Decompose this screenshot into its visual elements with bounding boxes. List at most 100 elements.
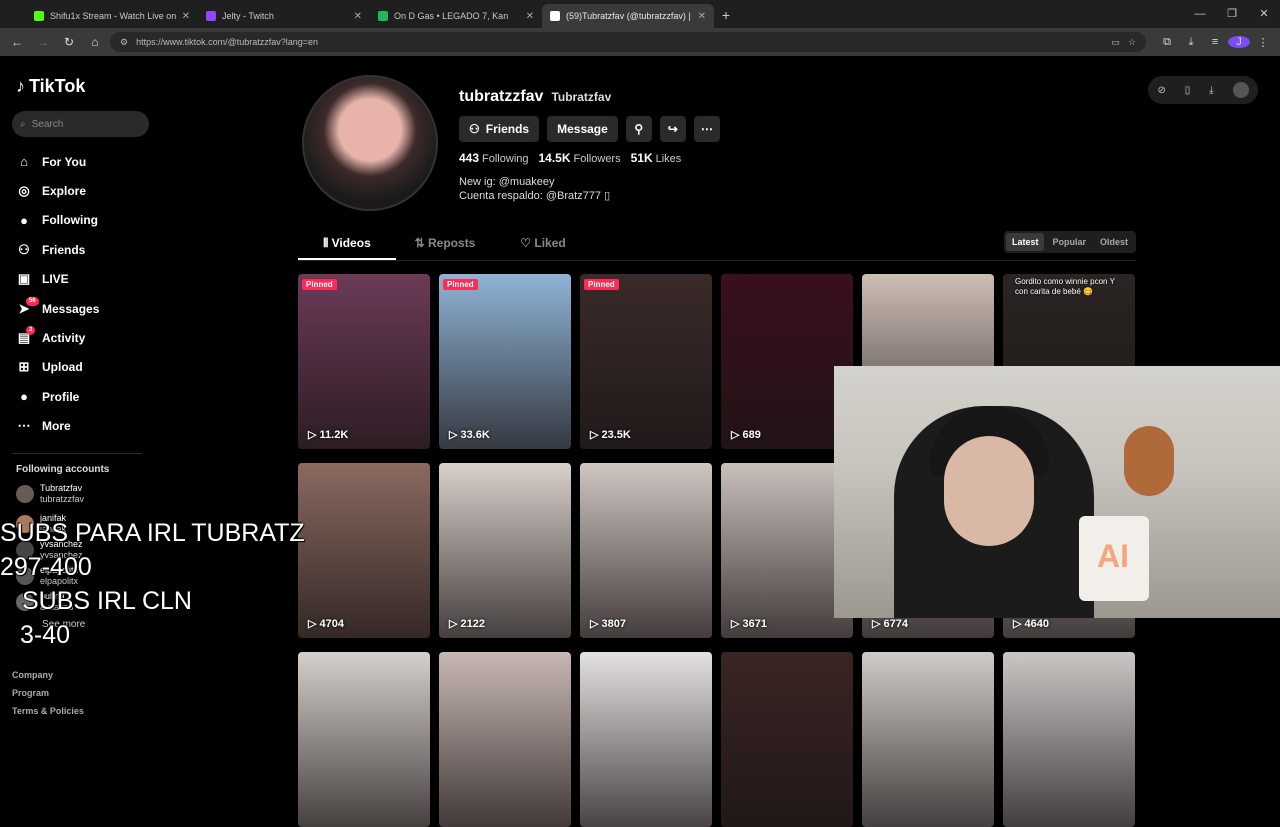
sidebar-item-label: More xyxy=(42,419,71,433)
pinned-badge: Pinned xyxy=(443,279,478,290)
site-info-icon[interactable]: ⚙ xyxy=(120,37,128,48)
following-accounts-title: Following accounts xyxy=(16,464,148,475)
download-app-icon[interactable]: ⤓ xyxy=(1209,85,1213,96)
view-count-text: 3671 xyxy=(743,618,767,630)
search-input[interactable]: ⌕ Search xyxy=(12,111,149,137)
video-thumbnail[interactable] xyxy=(439,652,571,827)
video-thumbnail[interactable] xyxy=(721,652,853,827)
browser-tab[interactable]: Jelty - Twitch ✕ xyxy=(198,4,370,28)
video-thumbnail[interactable] xyxy=(862,652,994,827)
minimize-icon[interactable]: — xyxy=(1184,0,1216,28)
video-thumbnail[interactable] xyxy=(1003,652,1135,827)
following-stat[interactable]: 443Following xyxy=(459,151,529,165)
account-handle: tubratzzfav xyxy=(40,494,84,505)
close-tab-icon[interactable]: ✕ xyxy=(698,11,706,22)
new-tab-button[interactable]: + xyxy=(714,4,738,28)
tab-label: Videos xyxy=(332,236,371,250)
video-thumbnail[interactable]: ▷ 4704 xyxy=(298,463,430,638)
account-name: Tubratzfav xyxy=(40,483,84,494)
sidebar-item-profile[interactable]: ●Profile xyxy=(12,382,148,411)
play-icon: ▷ xyxy=(590,618,602,630)
sidebar-item-label: Explore xyxy=(42,184,86,198)
phone-icon[interactable]: ▯ xyxy=(1185,85,1191,96)
tiktok-logo[interactable]: ♪ TikTok xyxy=(16,76,148,97)
video-thumbnail[interactable] xyxy=(580,652,712,827)
message-button[interactable]: Message xyxy=(547,116,618,142)
profile-names: tubratzzfav Tubratzfav xyxy=(459,88,611,106)
view-count-text: 3807 xyxy=(602,618,626,630)
followers-stat[interactable]: 14.5KFollowers xyxy=(539,151,621,165)
tab-label: Reposts xyxy=(428,236,475,250)
restore-icon[interactable]: ❐ xyxy=(1216,0,1248,28)
browser-toolbar: ← → ↻ ⌂ ⚙ https://www.tiktok.com/@tubrat… xyxy=(0,28,1280,56)
sidebar-item-label: Friends xyxy=(42,243,85,257)
footer-terms[interactable]: Terms & Policies xyxy=(12,702,84,720)
sidebar-item-label: Activity xyxy=(42,331,85,345)
close-window-icon[interactable]: ✕ xyxy=(1248,0,1280,28)
sidebar-item-messages[interactable]: ➤Messages56 xyxy=(12,294,148,323)
tab-label: Liked xyxy=(534,236,565,250)
video-thumbnail[interactable]: Pinned▷ 33.6K xyxy=(439,274,571,449)
likes-stat: 51KLikes xyxy=(631,151,682,165)
view-count: ▷ 3671 xyxy=(731,617,767,630)
sidebar-item-for-you[interactable]: ⌂For You xyxy=(12,147,148,176)
play-icon: ▷ xyxy=(872,618,884,630)
main-nav: ⌂For You◎Explore●Following⚇Friends▣LIVE➤… xyxy=(12,147,148,441)
friends-button[interactable]: ⚇ Friends xyxy=(459,116,539,142)
address-bar[interactable]: ⚙ https://www.tiktok.com/@tubratzzfav?la… xyxy=(110,32,1146,52)
media-control-icon[interactable]: ≡ xyxy=(1204,36,1226,49)
video-thumbnail[interactable]: ▷ 2122 xyxy=(439,463,571,638)
close-tab-icon[interactable]: ✕ xyxy=(354,11,362,22)
share-button[interactable]: ↪ xyxy=(660,116,686,142)
sidebar-item-live[interactable]: ▣LIVE xyxy=(12,265,148,294)
notification-badge: 56 xyxy=(26,297,39,306)
video-thumbnail[interactable] xyxy=(298,652,430,827)
tab-liked[interactable]: ♡ Liked xyxy=(494,231,592,260)
play-icon: ▷ xyxy=(449,618,461,630)
notification-badge: 3 xyxy=(26,326,35,335)
download-icon[interactable]: ⤓ xyxy=(1180,36,1202,49)
tab-reposts[interactable]: ⇅ Reposts xyxy=(396,231,494,260)
video-thumbnail[interactable]: ▷ 3807 xyxy=(580,463,712,638)
more-options-button[interactable]: ⋯ xyxy=(694,116,720,142)
close-tab-icon[interactable]: ✕ xyxy=(182,11,190,22)
bookmark-star-icon[interactable]: ☆ xyxy=(1128,37,1136,48)
back-icon[interactable]: ← xyxy=(6,31,28,53)
add-person-icon: ⚲ xyxy=(634,122,643,136)
forward-icon[interactable]: → xyxy=(32,31,54,53)
bio-line: Cuenta respaldo: @Bratz777 ▯ xyxy=(459,189,610,203)
sidebar-item-following[interactable]: ●Following xyxy=(12,206,148,235)
browser-tab[interactable]: On D Gas • LEGADO 7, Kan✕ xyxy=(370,4,542,28)
user-avatar[interactable] xyxy=(1233,82,1249,98)
browser-profile-avatar[interactable]: J xyxy=(1228,36,1250,49)
close-tab-icon[interactable]: ✕ xyxy=(526,11,534,22)
browser-menu-icon[interactable]: ⋮ xyxy=(1252,36,1274,49)
following-avatar-icon: ● xyxy=(16,213,32,228)
tab-videos[interactable]: ⫴ Videos xyxy=(298,231,396,260)
sidebar-item-friends[interactable]: ⚇Friends xyxy=(12,235,148,264)
view-count-text: 23.5K xyxy=(602,429,631,441)
sidebar-item-explore[interactable]: ◎Explore xyxy=(12,176,148,205)
home-icon[interactable]: ⌂ xyxy=(84,31,106,53)
tab-title: Jelty - Twitch xyxy=(222,11,348,21)
sort-popular[interactable]: Popular xyxy=(1046,233,1092,251)
sort-latest[interactable]: Latest xyxy=(1006,233,1045,251)
suggested-accounts-button[interactable]: ⚲ xyxy=(626,116,652,142)
browser-tab[interactable]: Shifu1x Stream - Watch Live on✕ xyxy=(26,4,198,28)
sidebar-item-more[interactable]: ⋯More xyxy=(12,412,148,441)
sort-oldest[interactable]: Oldest xyxy=(1094,233,1134,251)
following-account[interactable]: Tubratzfav tubratzzfav xyxy=(16,483,148,505)
profile-actions: ⚇ Friends Message ⚲ ↪ ⋯ xyxy=(459,116,720,142)
extensions-icon[interactable]: ⧉ xyxy=(1156,36,1178,49)
video-thumbnail[interactable]: Pinned▷ 11.2K xyxy=(298,274,430,449)
sidebar-item-activity[interactable]: ▤Activity3 xyxy=(12,323,148,352)
browser-tab[interactable]: (59)Tubratzfav (@tubratzzfav) |✕ xyxy=(542,4,714,28)
reload-icon[interactable]: ↻ xyxy=(58,31,80,53)
sidebar-item-upload[interactable]: ⊞Upload xyxy=(12,353,148,382)
overlay-line: 297-400 xyxy=(0,550,305,584)
footer-company[interactable]: Company xyxy=(12,666,84,684)
cast-icon[interactable]: ▭ xyxy=(1111,37,1120,48)
footer-program[interactable]: Program xyxy=(12,684,84,702)
video-thumbnail[interactable]: Pinned▷ 23.5K xyxy=(580,274,712,449)
keyboard-icon[interactable]: ⊘ xyxy=(1157,85,1165,96)
